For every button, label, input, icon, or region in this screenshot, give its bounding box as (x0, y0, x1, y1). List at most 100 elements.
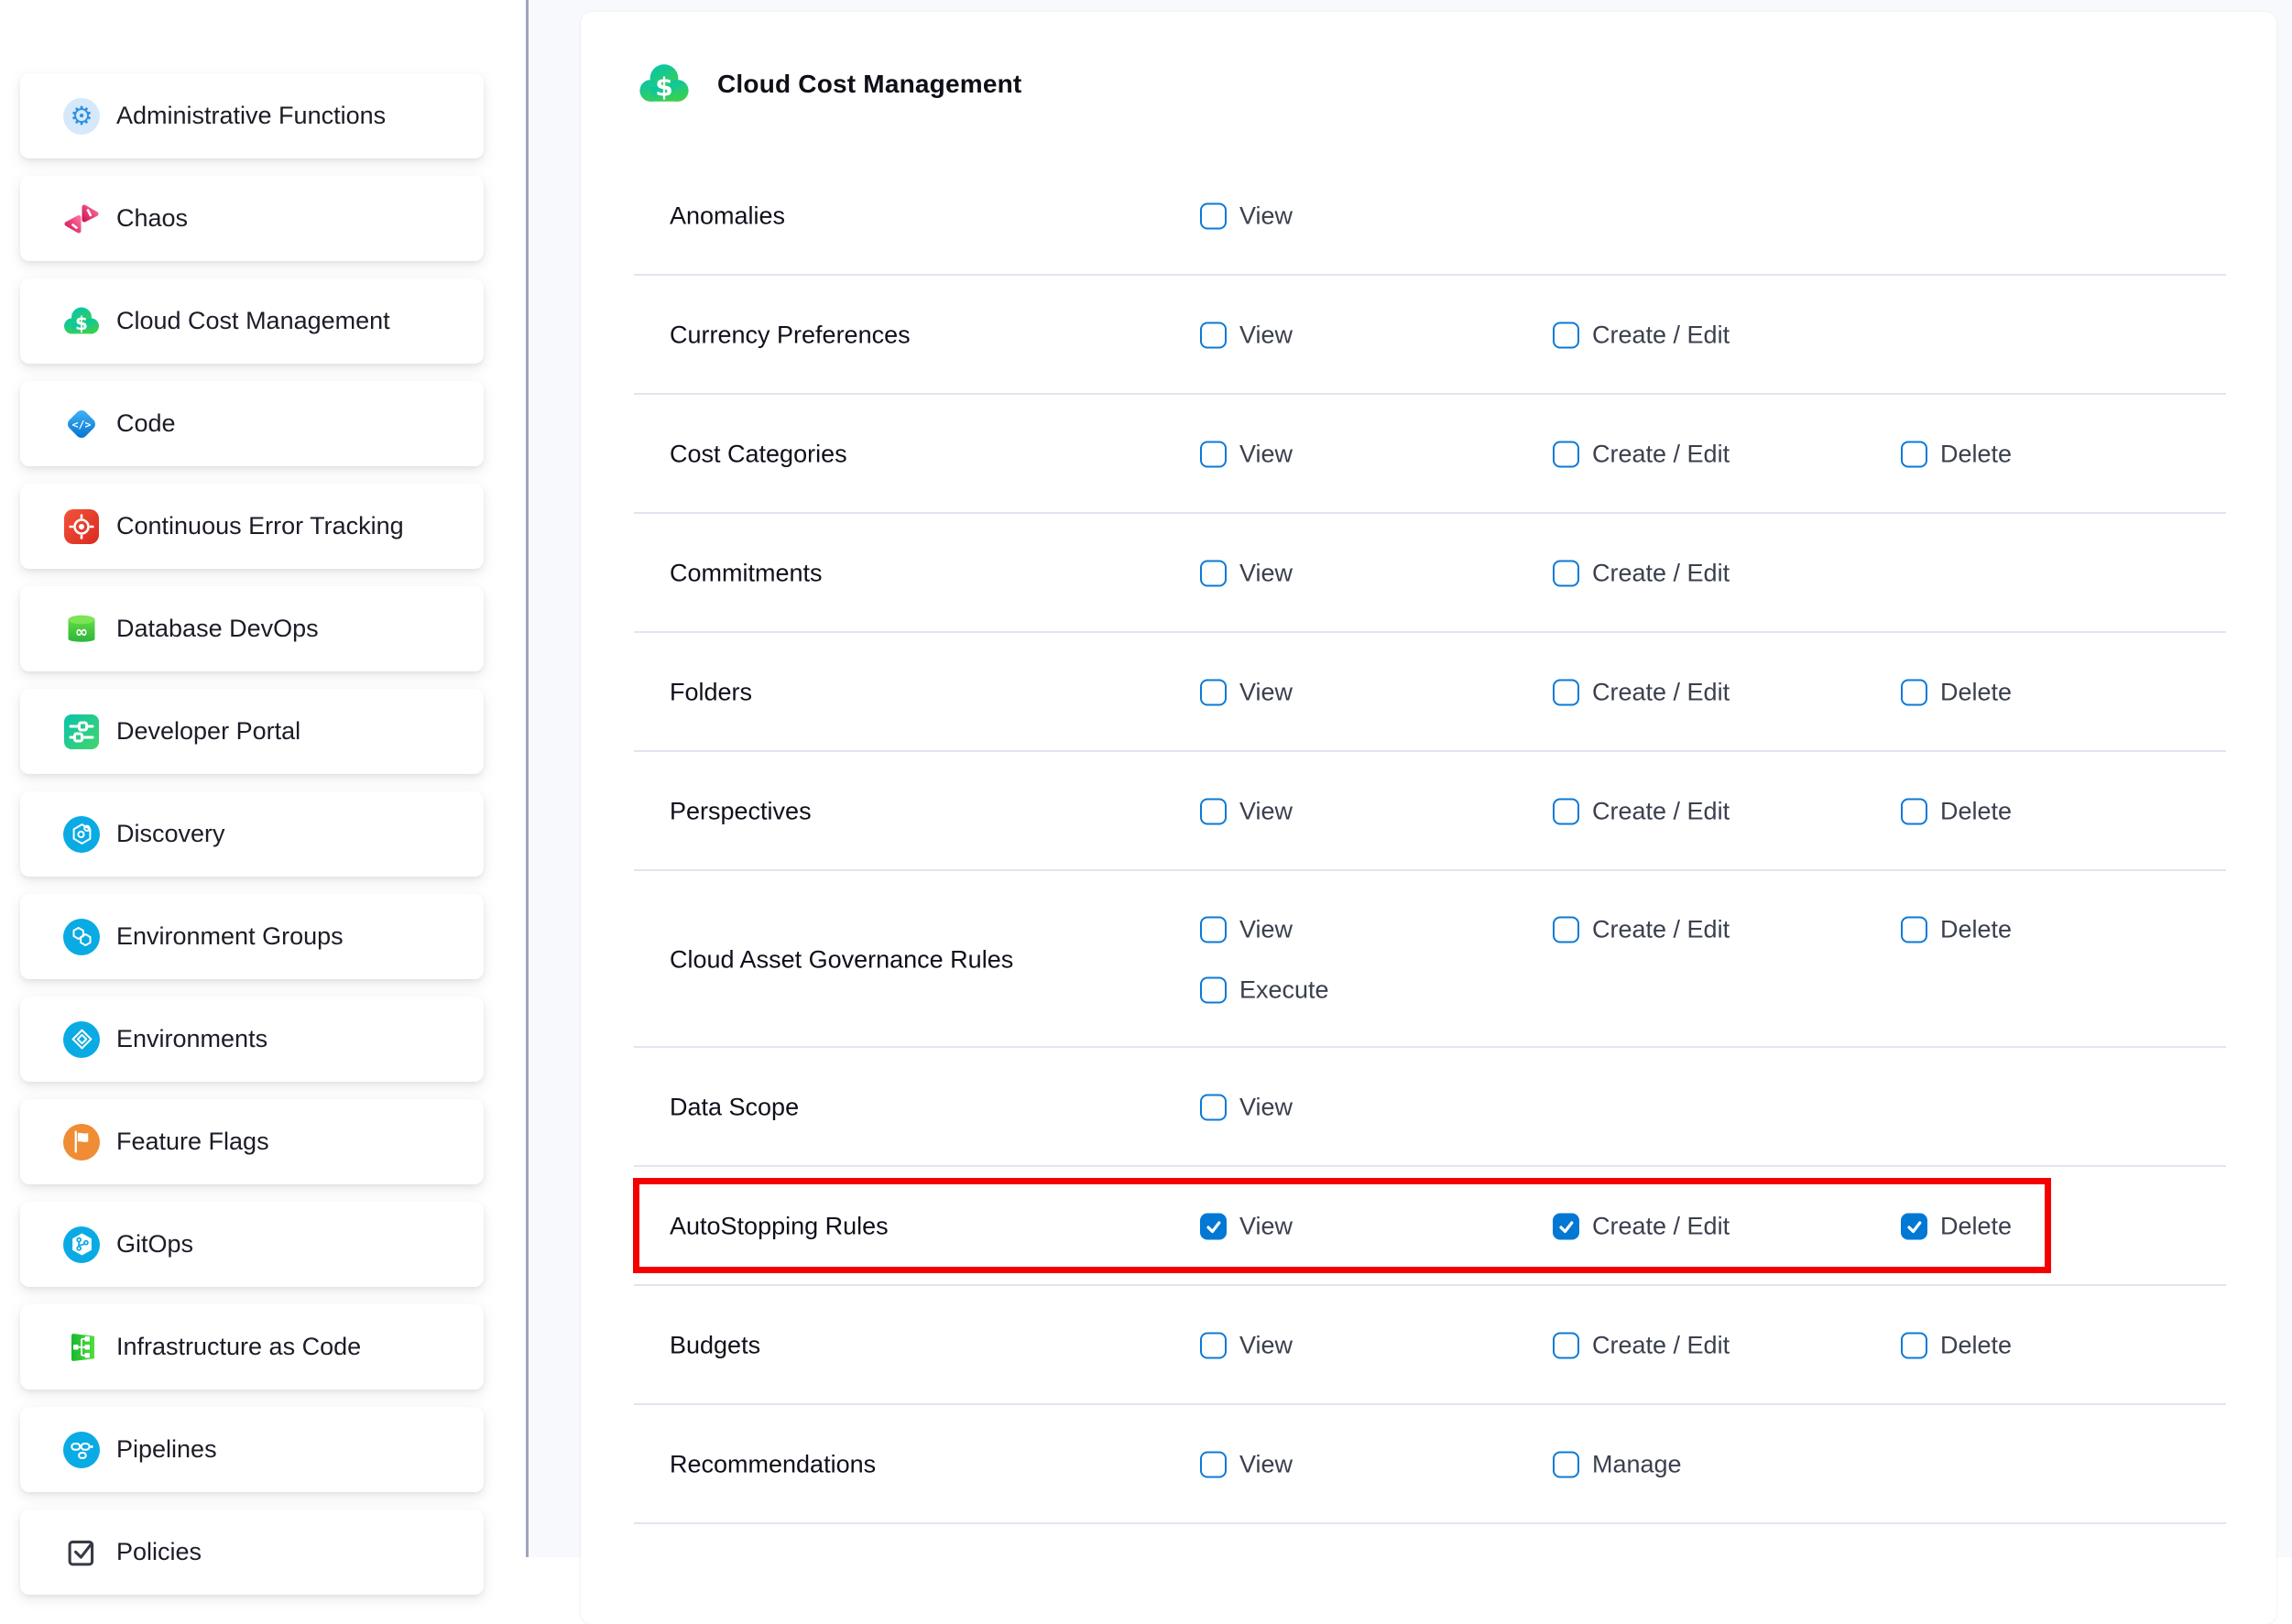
checkbox-delete[interactable]: Delete (1901, 916, 2012, 944)
checkbox-execute[interactable]: Execute (1200, 976, 1329, 1005)
modules-sidebar: ⚙Administrative Functions Chaos $Cloud Cos… (0, 0, 526, 1557)
checkbox-box[interactable] (1200, 917, 1227, 943)
checkbox-label: Delete (1940, 441, 2012, 469)
checkbox-box[interactable] (1200, 680, 1227, 706)
checkbox-box[interactable] (1200, 977, 1227, 1004)
checkbox-create-edit[interactable]: Create / Edit (1553, 916, 1730, 944)
pipeline-chain-icon (63, 1432, 100, 1468)
checkbox-box[interactable] (1553, 322, 1579, 349)
checkbox-box[interactable] (1200, 1333, 1227, 1359)
checkbox-box[interactable] (1553, 799, 1579, 825)
sidebar-item-label: GitOps (116, 1230, 193, 1259)
sidebar-item-environments[interactable]: Environments (20, 997, 484, 1082)
checkbox-create-edit[interactable]: Create / Edit (1553, 1332, 1730, 1360)
checkbox-box[interactable] (1200, 1214, 1227, 1240)
checkbox-view[interactable]: View (1200, 560, 1293, 588)
checkbox-label: Create / Edit (1592, 916, 1730, 944)
sidebar-item-cloud-cost-management[interactable]: $Cloud Cost Management (20, 278, 484, 364)
checkbox-create-edit[interactable]: Create / Edit (1553, 679, 1730, 707)
checkbox-box[interactable] (1553, 441, 1579, 468)
checkbox-view[interactable]: View (1200, 798, 1293, 826)
checkbox-box[interactable] (1901, 441, 1927, 468)
checkbox-create-edit[interactable]: Create / Edit (1553, 798, 1730, 826)
checkbox-box[interactable] (1553, 680, 1579, 706)
checkbox-view[interactable]: View (1200, 322, 1293, 350)
checkbox-label: View (1239, 679, 1293, 707)
checkbox-view[interactable]: View (1200, 1094, 1293, 1122)
checkbox-box[interactable] (1553, 561, 1579, 587)
sidebar-item-label: Policies (116, 1538, 202, 1566)
gear-icon: ⚙ (63, 98, 100, 135)
permission-row-label: Folders (670, 679, 752, 707)
permission-row-label: Cost Categories (670, 441, 847, 469)
checkbox-box[interactable] (1901, 1214, 1927, 1240)
checkbox-view[interactable]: View (1200, 441, 1293, 469)
permission-row-label: Recommendations (670, 1451, 876, 1479)
checkbox-box[interactable] (1901, 917, 1927, 943)
checkbox-view[interactable]: View (1200, 1332, 1293, 1360)
checkbox-delete[interactable]: Delete (1901, 679, 2012, 707)
checkbox-box[interactable] (1553, 1452, 1579, 1478)
checkbox-label: Delete (1940, 916, 2012, 944)
sidebar-item-label: Infrastructure as Code (116, 1333, 361, 1361)
checkbox-delete[interactable]: Delete (1901, 798, 2012, 826)
permission-row-autostopping-rules: AutoStopping RulesViewCreate / EditDelet… (581, 1167, 2276, 1286)
checkbox-create-edit[interactable]: Create / Edit (1553, 441, 1730, 469)
checkbox-box[interactable] (1200, 561, 1227, 587)
checkbox-box[interactable] (1901, 799, 1927, 825)
permission-row-cost-categories: Cost Categories View Create / Edit Delete (581, 395, 2276, 514)
checkbox-box[interactable] (1553, 917, 1579, 943)
checkbox-box[interactable] (1200, 441, 1227, 468)
checkbox-box[interactable] (1901, 680, 1927, 706)
svg-text:∞: ∞ (75, 623, 88, 641)
sidebar-item-discovery[interactable]: Discovery (20, 791, 484, 877)
database-infinity-icon: ∞ (63, 611, 100, 648)
sidebar-item-pipelines[interactable]: Pipelines (20, 1407, 484, 1492)
policy-check-icon (63, 1534, 100, 1571)
checkbox-label: View (1239, 1451, 1293, 1479)
svg-text:$: $ (75, 312, 88, 334)
sidebar-item-developer-portal[interactable]: Developer Portal (20, 689, 484, 774)
sidebar-item-label: Discovery (116, 820, 225, 848)
checkbox-box[interactable] (1200, 1452, 1227, 1478)
checkbox-delete[interactable]: Delete (1901, 1332, 2012, 1360)
sidebar-item-policies[interactable]: Policies (20, 1510, 484, 1595)
sidebar-item-continuous-error-tracking[interactable]: Continuous Error Tracking (20, 484, 484, 569)
checkbox-box[interactable] (1200, 799, 1227, 825)
sidebar-item-gitops[interactable]: GitOps (20, 1202, 484, 1287)
sidebar-item-database-devops[interactable]: ∞Database DevOps (20, 586, 484, 671)
checkbox-box[interactable] (1200, 322, 1227, 349)
sidebar-item-administrative-functions[interactable]: ⚙Administrative Functions (20, 73, 484, 158)
checkbox-box[interactable] (1200, 203, 1227, 230)
checkbox-create-edit[interactable]: Create / Edit (1553, 1213, 1730, 1241)
checkbox-box[interactable] (1901, 1333, 1927, 1359)
checkbox-create-edit[interactable]: Create / Edit (1553, 322, 1730, 350)
hexagon-group-icon (63, 919, 100, 955)
sidebar-item-infrastructure-as-code[interactable]: Infrastructure as Code (20, 1304, 484, 1390)
checkbox-create-edit[interactable]: Create / Edit (1553, 560, 1730, 588)
checkbox-manage[interactable]: Manage (1553, 1451, 1682, 1479)
modules-list: ⚙Administrative Functions Chaos $Cloud Cos… (20, 73, 484, 1595)
checkbox-view[interactable]: View (1200, 916, 1293, 944)
checkbox-box[interactable] (1553, 1214, 1579, 1240)
panel-header: $ Cloud Cost Management (581, 12, 2276, 157)
checkbox-delete[interactable]: Delete (1901, 441, 2012, 469)
checkbox-view[interactable]: View (1200, 1451, 1293, 1479)
checkbox-box[interactable] (1553, 1333, 1579, 1359)
sidebar-item-label: Environment Groups (116, 922, 344, 951)
sidebar-item-chaos[interactable]: Chaos (20, 176, 484, 261)
checkbox-delete[interactable]: Delete (1901, 1213, 2012, 1241)
permission-row-perspectives: PerspectivesViewCreate / EditDelete (581, 752, 2276, 871)
sidebar-item-environment-groups[interactable]: Environment Groups (20, 894, 484, 979)
checkbox-box[interactable] (1200, 1095, 1227, 1121)
checkbox-view[interactable]: View (1200, 679, 1293, 707)
permission-row-data-scope: Data ScopeView (581, 1048, 2276, 1167)
sidebar-item-feature-flags[interactable]: Feature Flags (20, 1099, 484, 1184)
permission-row-label: Budgets (670, 1332, 760, 1360)
sidebar-item-code[interactable]: </>Code (20, 381, 484, 466)
checkbox-label: View (1239, 1213, 1293, 1241)
panel-title: Cloud Cost Management (717, 70, 1021, 99)
checkbox-view[interactable]: View (1200, 202, 1293, 231)
checkbox-view[interactable]: View (1200, 1213, 1293, 1241)
checkbox-label: Create / Edit (1592, 1213, 1730, 1241)
